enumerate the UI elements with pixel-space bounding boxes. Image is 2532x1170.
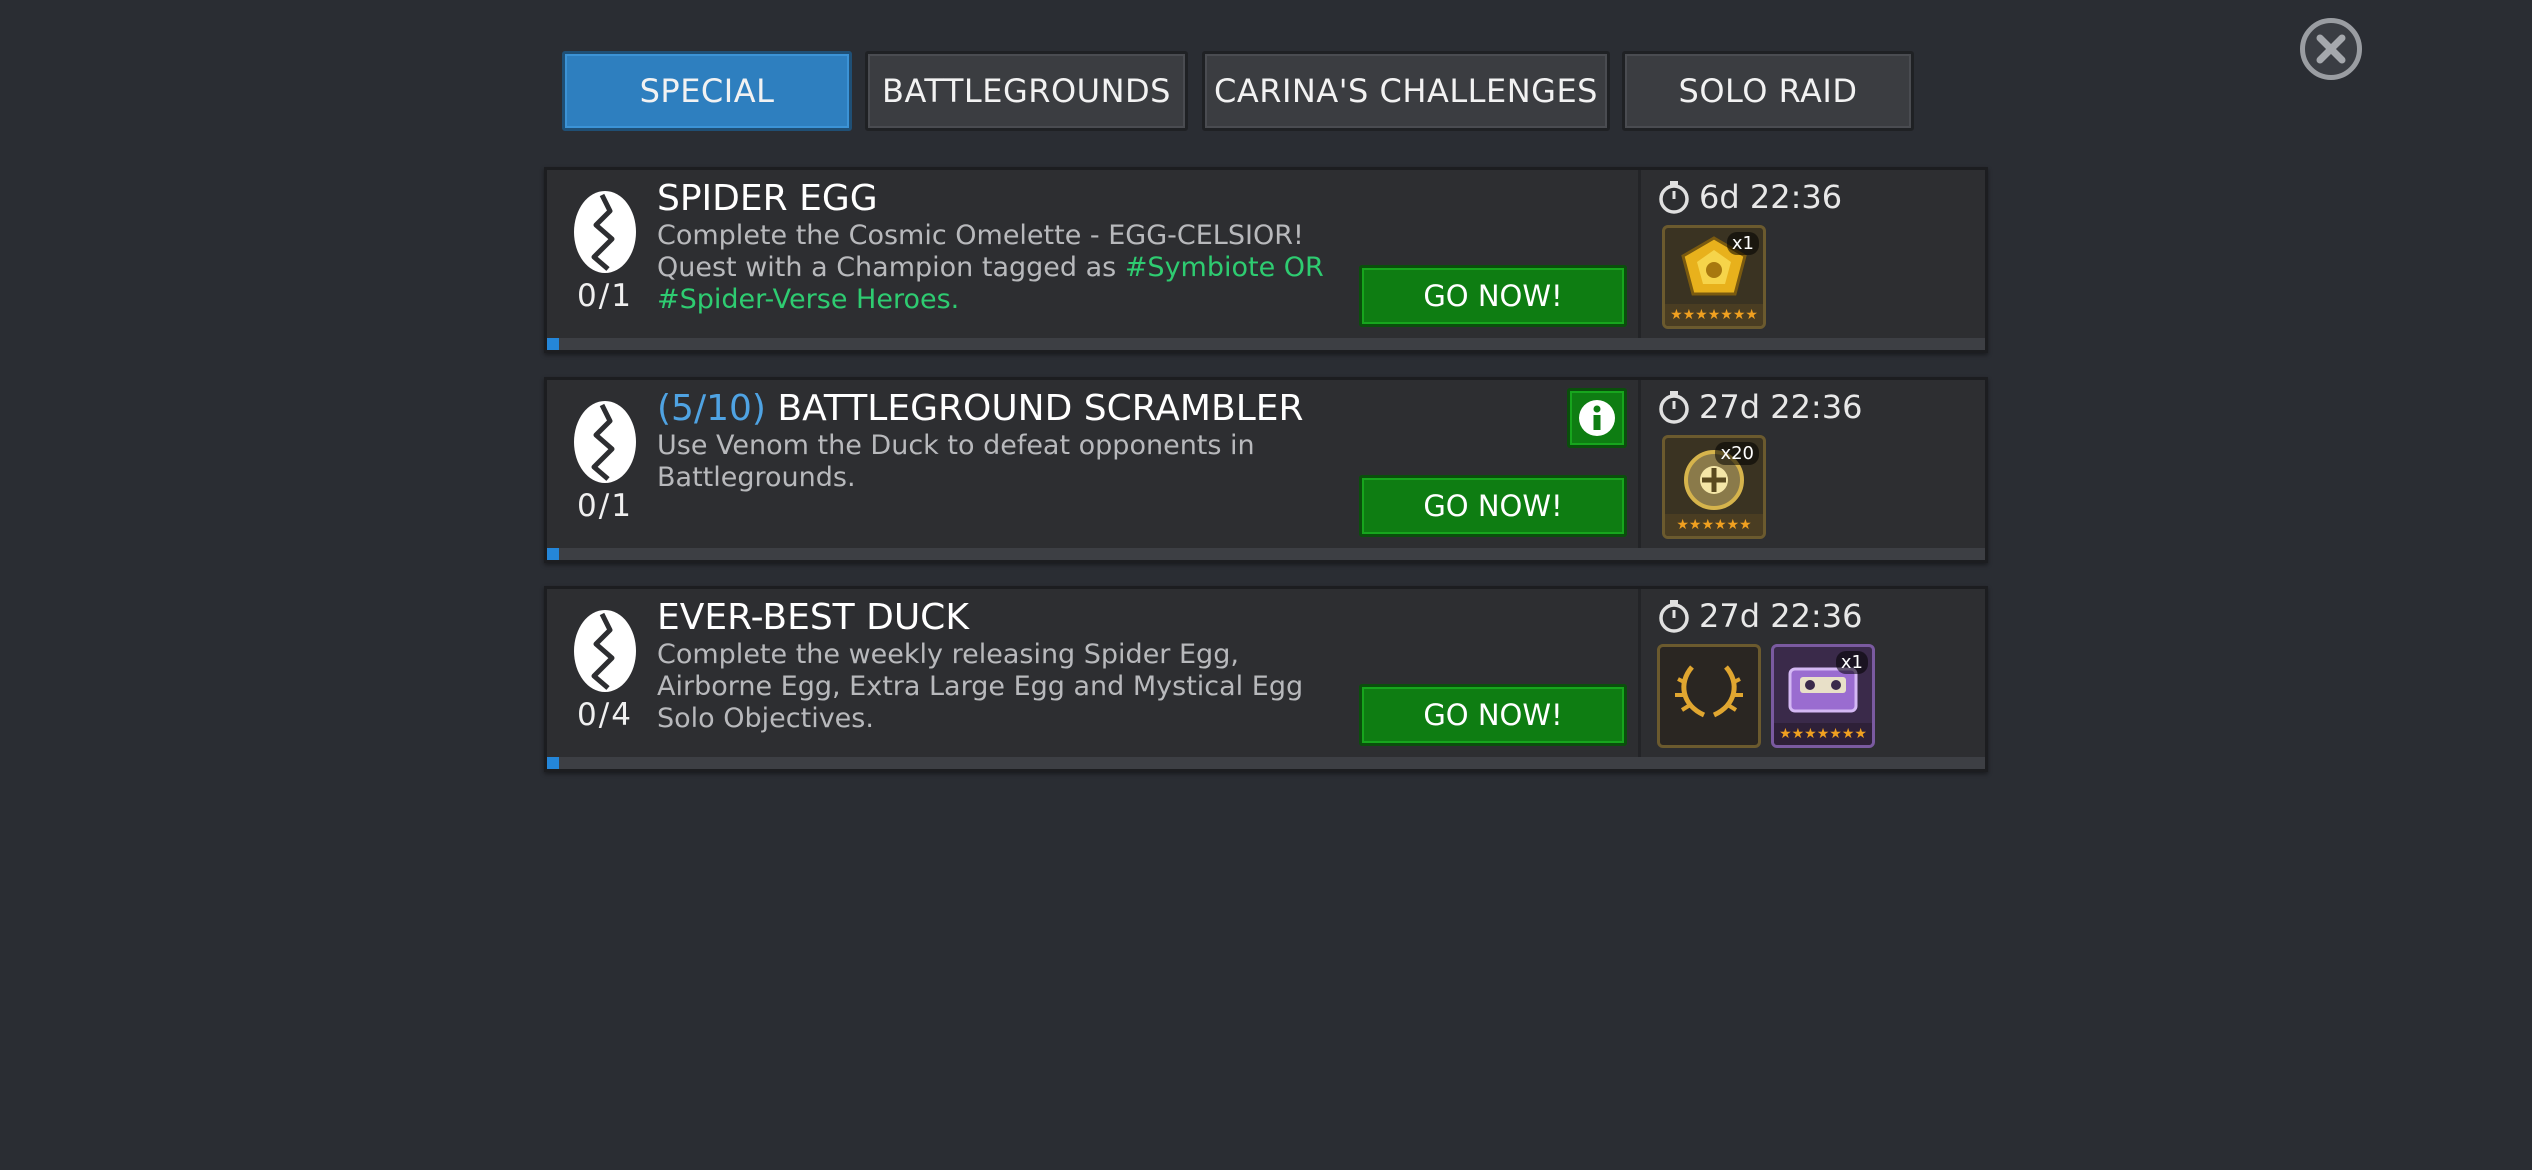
quest-title-text: BATTLEGROUND SCRAMBLER [777,388,1304,429]
reward-quantity: x1 [1726,232,1759,255]
reward-gold-crystal[interactable]: x1 ★★★★★★★ [1662,225,1766,329]
quest-title-prefix: (5/10) [657,388,766,429]
go-now-button[interactable]: GO NOW! [1359,475,1627,537]
quest-progress-count: 0/1 [577,278,633,314]
quest-description: Use Venom the Duck to defeat opponents i… [657,430,1317,494]
quest-title: EVER-BEST DUCK [657,597,969,638]
quest-timer: 6d 22:36 [1657,178,1842,216]
reward-cassette-tape[interactable]: x1 ★★★★★★★ [1771,644,1875,748]
stopwatch-icon [1659,600,1689,633]
quest-title: (5/10) BATTLEGROUND SCRAMBLER [657,388,1304,429]
quest-card-ever-best-duck: 0/4 EVER-BEST DUCK Complete the weekly r… [544,586,1988,772]
quest-description-text: Use Venom the Duck to defeat opponents i… [657,430,1255,493]
timer-text: 27d 22:36 [1699,388,1863,426]
info-button[interactable] [1567,388,1627,448]
go-now-button[interactable]: GO NOW! [1359,684,1627,746]
quest-progress-fill [547,757,559,769]
quest-card-spider-egg: 0/1 SPIDER EGG Complete the Cosmic Omele… [544,167,1988,353]
quest-timer: 27d 22:36 [1657,597,1862,635]
stopwatch-icon [1659,181,1689,214]
reward-stars: ★★★★★★ [1665,514,1763,536]
quest-timer: 27d 22:36 [1657,388,1862,426]
reward-stars: ★★★★★★★ [1774,723,1872,745]
cracked-egg-icon [574,191,636,273]
quest-title-text: EVER-BEST DUCK [657,597,969,638]
reward-stars: ★★★★★★★ [1665,304,1763,326]
divider [1638,170,1641,338]
quest-card-battleground-scrambler: 0/1 (5/10) BATTLEGROUND SCRAMBLER Use Ve… [544,377,1988,563]
info-icon [1579,400,1615,436]
reward-quantity: x20 [1715,442,1759,465]
reward-quantity: x1 [1835,651,1868,674]
quest-description: Complete the weekly releasing Spider Egg… [657,639,1337,735]
quest-progress-fill [547,338,559,350]
tab-battlegrounds[interactable]: BATTLEGROUNDS [865,51,1188,131]
go-now-button[interactable]: GO NOW! [1359,265,1627,327]
quest-title-text: SPIDER EGG [657,178,878,219]
quest-description-text: Complete the weekly releasing Spider Egg… [657,639,1304,734]
laurel-wreath-icon [1675,665,1743,718]
quest-progress-bar [547,548,1985,560]
stopwatch-icon [1659,391,1689,424]
tab-solo-raid[interactable]: SOLO RAID [1622,51,1914,131]
close-icon [2316,34,2346,64]
divider [1638,589,1641,757]
timer-text: 27d 22:36 [1699,597,1863,635]
quest-title: SPIDER EGG [657,178,878,219]
tab-carinas-challenges[interactable]: CARINA'S CHALLENGES [1202,51,1610,131]
reward-laurel-wreath[interactable] [1657,644,1761,748]
tab-special[interactable]: SPECIAL [562,51,852,131]
timer-text: 6d 22:36 [1699,178,1843,216]
reward-gear-crystal[interactable]: x20 ★★★★★★ [1662,435,1766,539]
quest-progress-bar [547,757,1985,769]
quest-progress-count: 0/4 [577,697,633,733]
quest-progress-fill [547,548,559,560]
cracked-egg-icon [574,610,636,692]
cracked-egg-icon [574,401,636,483]
close-button[interactable] [2300,18,2362,80]
quest-progress-bar [547,338,1985,350]
quest-progress-count: 0/1 [577,488,633,524]
divider [1638,380,1641,548]
quest-description: Complete the Cosmic Omelette - EGG-CELSI… [657,220,1337,316]
